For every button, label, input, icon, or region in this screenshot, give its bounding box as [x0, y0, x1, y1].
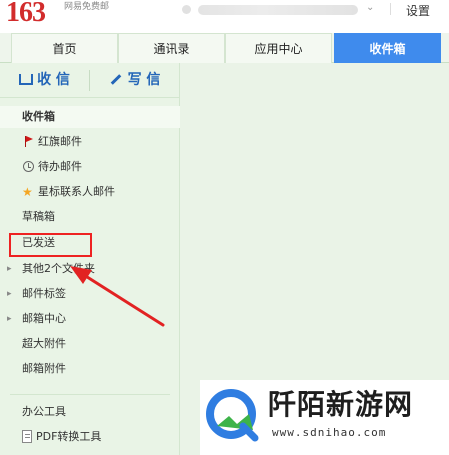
account-switcher[interactable] [182, 4, 362, 16]
pencil-icon [110, 74, 121, 85]
settings-link[interactable]: 设置 [406, 2, 430, 19]
sidebar-item-inbox[interactable]: 收件箱 [0, 106, 180, 128]
sidebar-item-label: 邮件标签 [22, 287, 66, 300]
sidebar-item-other-folders[interactable]: ▸ 其他2个文件夹 [0, 258, 180, 280]
chevron-right-icon[interactable]: ▸ [7, 258, 12, 280]
sidebar-item-large-attachments[interactable]: 超大附件 [0, 333, 180, 355]
chevron-right-icon[interactable]: ▸ [7, 308, 12, 330]
watermark-logo-icon [206, 389, 259, 442]
red-flag-icon [25, 136, 33, 147]
tab-inbox[interactable]: 收件箱 [334, 33, 441, 63]
sidebar-item-label: PDF转换工具 [36, 430, 102, 443]
document-icon [22, 430, 32, 443]
sidebar-item-label: 邮箱中心 [22, 312, 66, 325]
sidebar-item-mailbox-attachments[interactable]: 邮箱附件 [0, 358, 180, 380]
tab-home[interactable]: 首页 [11, 33, 118, 63]
sidebar-item-label: 星标联系人邮件 [38, 185, 115, 198]
sidebar-item-mail-tags[interactable]: ▸ 邮件标签 [0, 283, 180, 305]
blurred-account-name [198, 5, 358, 15]
logo-subtitle: 网易免费邮 [64, 2, 110, 12]
inbox-download-icon [19, 74, 34, 85]
sidebar-item-pdf-converter[interactable]: PDF转换工具 [0, 426, 180, 448]
watermark-title: 阡陌新游网 [268, 388, 414, 421]
watermark-url: www.sdnihao.com [272, 426, 387, 439]
tab-bar: 首页 通讯录 应用中心 收件箱 [0, 33, 449, 63]
chevron-right-icon[interactable]: ▸ [7, 283, 12, 305]
sidebar-item-label: 草稿箱 [22, 210, 55, 223]
sidebar-item-label: 超大附件 [22, 337, 66, 350]
clock-icon [23, 161, 34, 172]
compose-label: 写 信 [127, 72, 161, 88]
sidebar: 收 信 写 信 收件箱 红旗邮件 待办邮件 ★ 星标联系人邮件 草稿箱 已发送 … [0, 63, 180, 455]
receive-mail-button[interactable]: 收 信 [0, 63, 89, 98]
annotation-highlight-box [9, 233, 92, 257]
sidebar-item-starred-contacts[interactable]: ★ 星标联系人邮件 [0, 181, 180, 203]
tab-contacts[interactable]: 通讯录 [118, 33, 225, 63]
avatar [182, 5, 191, 14]
receive-label: 收 信 [37, 72, 70, 88]
site-watermark: 阡陌新游网 www.sdnihao.com [200, 380, 449, 455]
sidebar-section-label: 办公工具 [22, 405, 66, 418]
top-header: 163 网易免费邮 ⌄ 设置 [0, 0, 449, 33]
sidebar-item-drafts[interactable]: 草稿箱 [0, 206, 180, 228]
sidebar-item-label: 收件箱 [22, 110, 55, 123]
sidebar-item-mailbox-center[interactable]: ▸ 邮箱中心 [0, 308, 180, 330]
chevron-down-icon[interactable]: ⌄ [366, 2, 374, 13]
mail-action-row: 收 信 写 信 [0, 63, 180, 98]
sidebar-divider [10, 394, 170, 395]
sidebar-item-office-tools[interactable]: 办公工具 [0, 401, 180, 423]
sidebar-item-label: 邮箱附件 [22, 362, 66, 375]
compose-mail-button[interactable]: 写 信 [90, 63, 180, 98]
sidebar-item-todo[interactable]: 待办邮件 [0, 156, 180, 178]
header-divider [390, 3, 391, 15]
sidebar-item-flagged[interactable]: 红旗邮件 [0, 131, 180, 153]
sidebar-item-label: 其他2个文件夹 [22, 262, 95, 275]
sidebar-item-label: 红旗邮件 [38, 135, 82, 148]
tab-app-center[interactable]: 应用中心 [225, 33, 332, 63]
star-icon: ★ [22, 185, 33, 199]
mail-logo[interactable]: 163 [6, 0, 46, 28]
sidebar-item-label: 待办邮件 [38, 160, 82, 173]
